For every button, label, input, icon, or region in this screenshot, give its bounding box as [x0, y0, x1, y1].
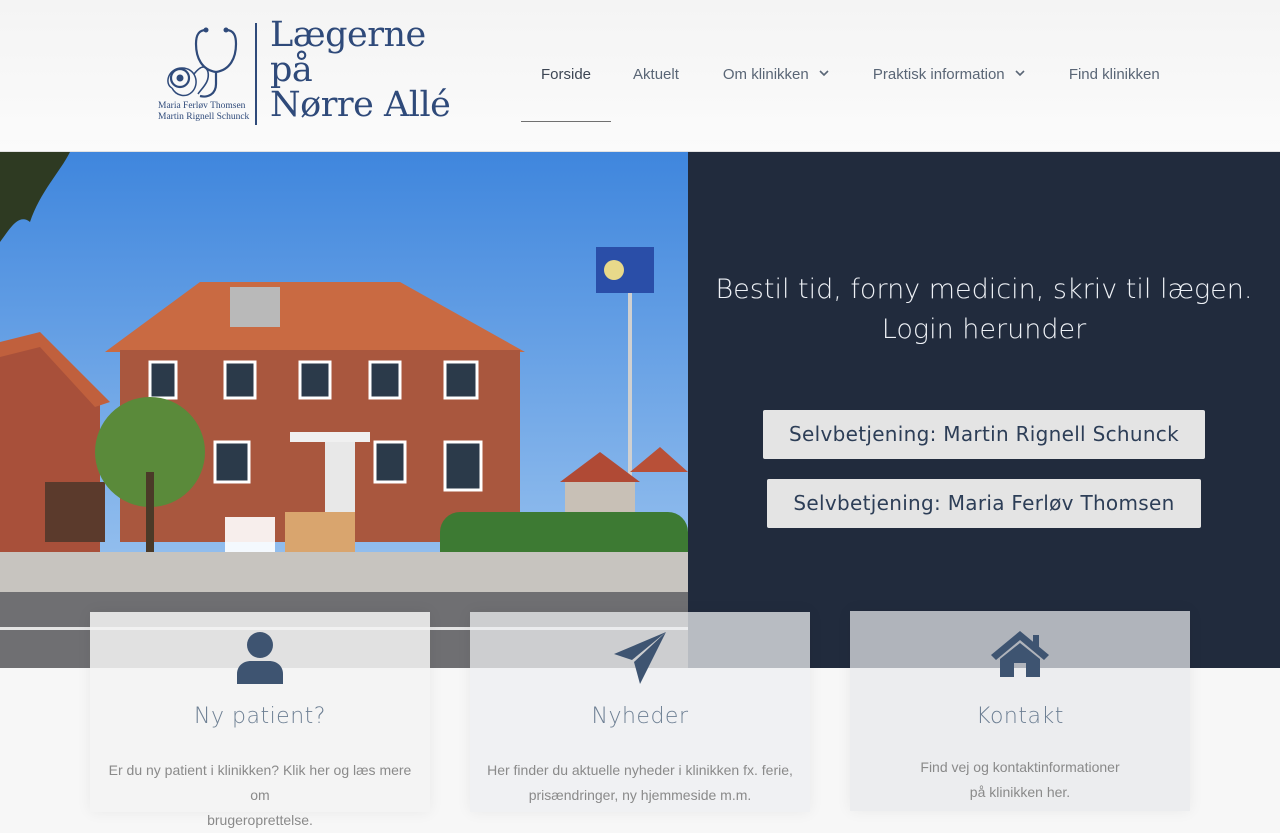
site-header: Lægerne på Nørre Allé Maria Ferløv Thoms… — [0, 0, 1280, 152]
logo-divider — [255, 23, 257, 125]
card-description: Her finder du aktuelle nyheder i klinikk… — [487, 762, 793, 803]
stethoscope-icon — [167, 27, 238, 98]
self-service-panel: Bestil tid, forny medicin, skriv til læg… — [688, 152, 1280, 668]
paper-plane-icon — [614, 632, 666, 684]
main-nav: Forside Aktuelt Om klinikken Praktisk in… — [521, 0, 1182, 152]
card-description: Er du ny patient i klinikken? Klik her o… — [108, 762, 412, 828]
nav-item-praktisk-information[interactable]: Praktisk information — [851, 0, 1047, 122]
chevron-down-icon — [1015, 70, 1025, 77]
home-icon — [991, 631, 1049, 677]
clinic-logo[interactable]: Lægerne på Nørre Allé Maria Ferløv Thoms… — [158, 18, 451, 130]
card-contact[interactable]: Kontakt Find vej og kontaktinformationer… — [850, 611, 1190, 811]
user-icon — [237, 632, 283, 684]
nav-item-aktuelt[interactable]: Aktuelt — [611, 0, 701, 122]
card-new-patient[interactable]: Ny patient? Er du ny patient i klinikken… — [90, 612, 430, 828]
chevron-down-icon — [819, 70, 829, 77]
card-title: Ny patient? — [194, 704, 326, 729]
nav-item-find-klinikken[interactable]: Find klinikken — [1047, 0, 1182, 122]
self-service-button-martin[interactable]: Selvbetjening: Martin Rignell Schunck — [763, 410, 1205, 459]
card-title: Kontakt — [976, 704, 1064, 729]
nav-item-om-klinikken[interactable]: Om klinikken — [701, 0, 851, 122]
clinic-building-photo — [0, 152, 688, 668]
logo-title: Lægerne på Nørre Allé — [270, 15, 451, 125]
card-news[interactable]: Nyheder Her finder du aktuelle nyheder i… — [470, 612, 810, 812]
card-title: Nyheder — [591, 704, 689, 729]
nav-item-forside[interactable]: Forside — [521, 0, 612, 122]
card-description: Find vej og kontaktinformationer på klin… — [920, 759, 1120, 800]
logo-doctor-names: Maria Ferløv Thomsen Martin Rignell Schu… — [158, 101, 250, 122]
self-service-heading: Bestil tid, forny medicin, skriv til læg… — [715, 274, 1253, 345]
self-service-button-maria[interactable]: Selvbetjening: Maria Ferløv Thomsen — [767, 479, 1201, 528]
